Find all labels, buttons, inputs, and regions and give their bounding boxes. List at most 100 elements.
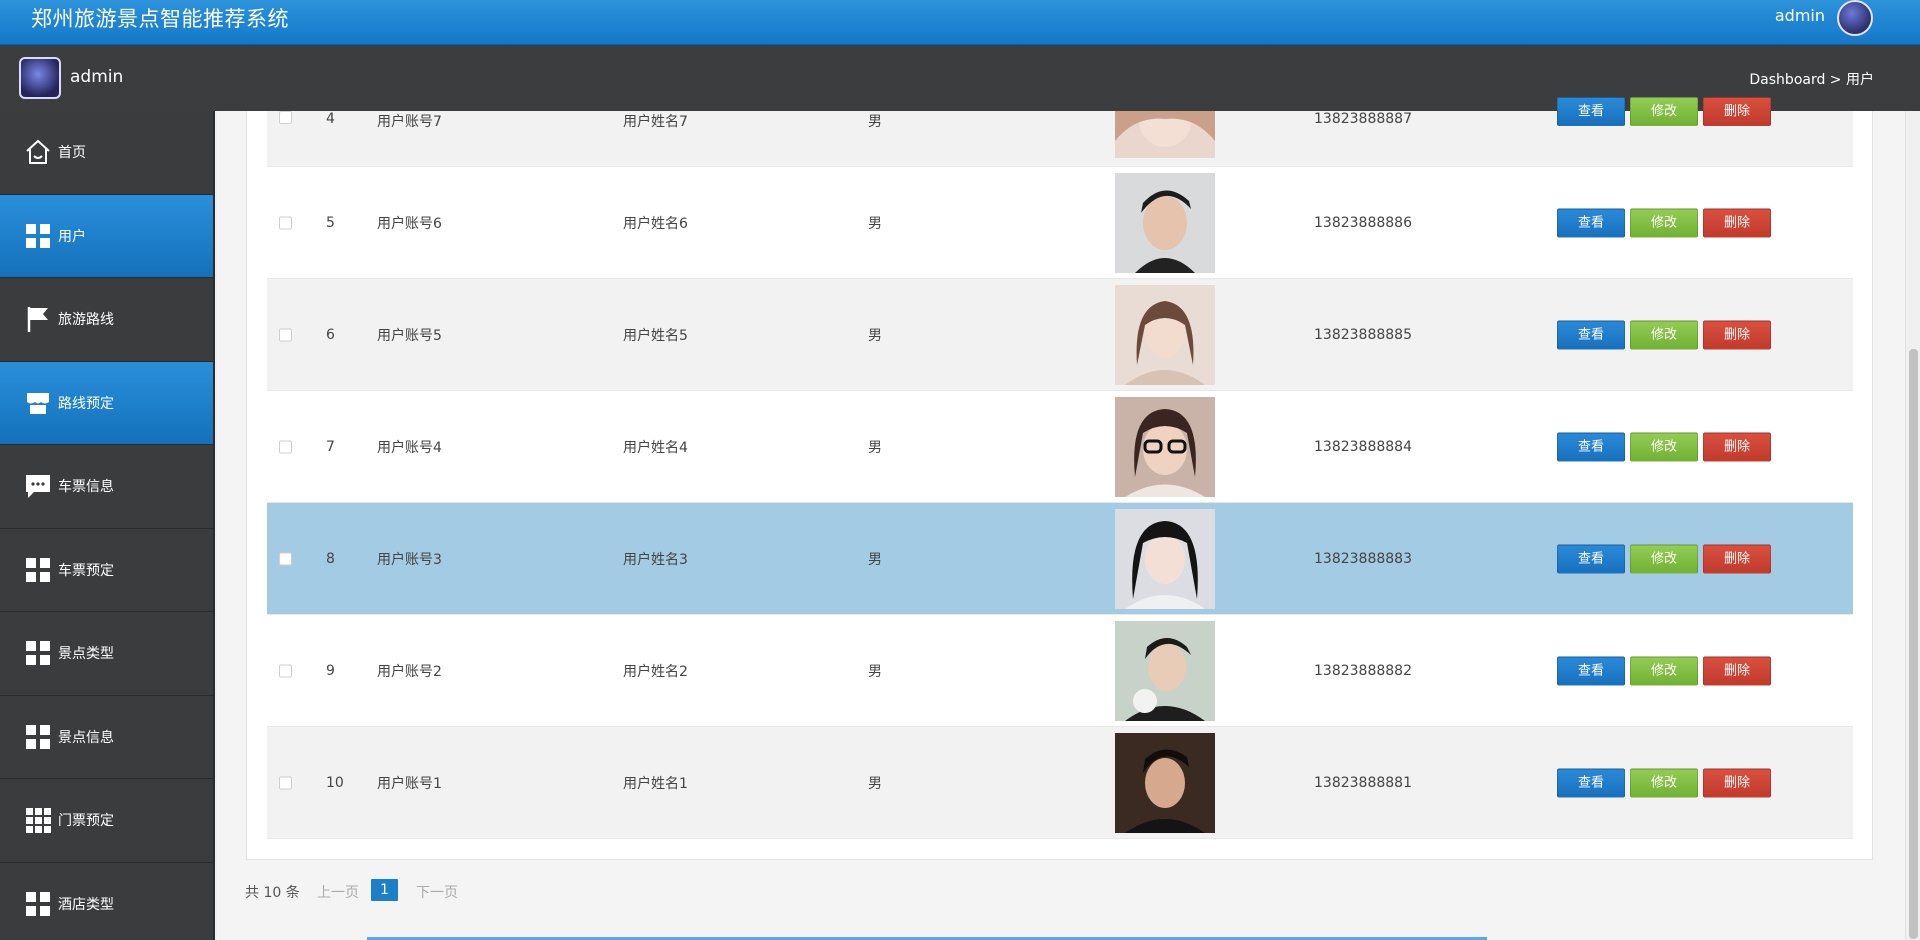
sidebar-item-scenic-type[interactable]: 景点类型 <box>0 612 213 696</box>
page-number-current[interactable]: 1 <box>371 879 398 901</box>
edit-button[interactable]: 修改 <box>1630 544 1698 573</box>
sidebar-item-label: 酒店类型 <box>58 896 114 913</box>
edit-button[interactable]: 修改 <box>1630 320 1698 349</box>
view-button[interactable]: 查看 <box>1557 768 1625 797</box>
row-checkbox[interactable] <box>279 664 292 677</box>
sidebar-item-label: 门票预定 <box>58 813 114 830</box>
sidebar-item-hotel-type[interactable]: 酒店类型 <box>0 863 213 940</box>
row-phone: 13823888882 <box>1314 662 1412 679</box>
table-row[interactable]: 4 用户账号7 用户姓名7 男 13823888887 查看 修改 删除 <box>267 97 1853 167</box>
app-title: 郑州旅游景点智能推荐系统 <box>31 7 289 31</box>
sidebar-item-scenic-info[interactable]: 景点信息 <box>0 696 213 779</box>
table-row[interactable]: 5 用户账号6 用户姓名6 男 13823888886 查看 修改 删除 <box>267 167 1853 279</box>
row-checkbox[interactable] <box>279 111 292 124</box>
row-index: 6 <box>326 326 335 343</box>
row-checkbox[interactable] <box>279 328 292 341</box>
table-row[interactable]: 7 用户账号4 用户姓名4 男 13823888884 查看 修改 删除 <box>267 391 1853 503</box>
row-index: 7 <box>326 438 335 455</box>
row-sex: 男 <box>868 114 882 130</box>
row-sex: 男 <box>868 215 882 232</box>
header-avatar[interactable] <box>1837 0 1873 36</box>
grid-icon <box>26 557 50 582</box>
view-button[interactable]: 查看 <box>1557 656 1625 685</box>
row-account: 用户账号2 <box>377 663 442 680</box>
delete-button[interactable]: 删除 <box>1703 320 1771 349</box>
row-index: 5 <box>326 214 335 231</box>
delete-button[interactable]: 删除 <box>1703 768 1771 797</box>
sub-username: admin <box>70 67 124 87</box>
delete-button[interactable]: 删除 <box>1703 544 1771 573</box>
edit-button[interactable]: 修改 <box>1630 97 1698 126</box>
next-page-link[interactable]: 下一页 <box>416 882 458 902</box>
row-checkbox[interactable] <box>279 552 292 565</box>
user-photo <box>1115 732 1215 833</box>
view-button[interactable]: 查看 <box>1557 432 1625 461</box>
user-photo <box>1115 111 1215 158</box>
row-sex: 男 <box>868 775 882 792</box>
table-row[interactable]: 6 用户账号5 用户姓名5 男 13823888885 查看 修改 删除 <box>267 279 1853 391</box>
header-username[interactable]: admin <box>1775 6 1825 25</box>
edit-button[interactable]: 修改 <box>1630 208 1698 237</box>
row-sex: 男 <box>868 551 882 568</box>
scrollbar-thumb[interactable] <box>1909 349 1918 939</box>
sidebar-item-route-booking[interactable]: 路线预定 <box>0 361 213 445</box>
row-index: 4 <box>326 111 335 127</box>
user-photo <box>1115 284 1215 385</box>
home-icon <box>26 139 50 165</box>
user-photo <box>1115 396 1215 497</box>
row-name: 用户姓名4 <box>623 439 688 456</box>
top-header: 郑州旅游景点智能推荐系统 admin <box>0 0 1920 45</box>
view-button[interactable]: 查看 <box>1557 544 1625 573</box>
view-button[interactable]: 查看 <box>1557 320 1625 349</box>
row-account: 用户账号7 <box>377 114 442 130</box>
row-account: 用户账号3 <box>377 551 442 568</box>
delete-button[interactable]: 删除 <box>1703 97 1771 126</box>
row-sex: 男 <box>868 327 882 344</box>
row-phone: 13823888883 <box>1314 550 1412 567</box>
user-photo <box>1115 620 1215 721</box>
sidebar-item-route[interactable]: 旅游路线 <box>0 278 213 362</box>
edit-button[interactable]: 修改 <box>1630 656 1698 685</box>
sidebar-item-admission-booking[interactable]: 门票预定 <box>0 779 213 863</box>
sidebar-item-label: 首页 <box>58 145 86 162</box>
row-phone: 13823888887 <box>1314 111 1412 127</box>
grid-icon <box>26 223 50 248</box>
delete-button[interactable]: 删除 <box>1703 656 1771 685</box>
sidebar-item-label: 车票预定 <box>58 562 114 579</box>
row-account: 用户账号6 <box>377 215 442 232</box>
view-button[interactable]: 查看 <box>1557 97 1625 126</box>
sidebar-item-ticket-info[interactable]: 车票信息 <box>0 445 213 529</box>
table-row[interactable]: 10 用户账号1 用户姓名1 男 13823888881 查看 修改 删除 <box>267 727 1853 839</box>
breadcrumb: Dashboard > 用户 <box>1749 72 1874 88</box>
grid-icon <box>26 724 50 749</box>
row-checkbox[interactable] <box>279 776 292 789</box>
user-table-panel: 4 用户账号7 用户姓名7 男 13823888887 查看 修改 删除 5 用… <box>246 97 1873 860</box>
sidebar-item-user[interactable]: 用户 <box>0 194 213 278</box>
table-row[interactable]: 8 用户账号3 用户姓名3 男 13823888883 查看 修改 删除 <box>267 503 1853 615</box>
sidebar-item-home[interactable]: 首页 <box>0 111 213 195</box>
row-name: 用户姓名1 <box>623 775 688 792</box>
sidebar-item-ticket-booking[interactable]: 车票预定 <box>0 529 213 612</box>
row-name: 用户姓名6 <box>623 215 688 232</box>
grid-icon <box>26 641 50 666</box>
prev-page-link[interactable]: 上一页 <box>317 882 359 902</box>
row-checkbox[interactable] <box>279 216 292 229</box>
row-index: 9 <box>326 662 335 679</box>
row-name: 用户姓名7 <box>623 114 688 130</box>
sidebar-item-label: 景点信息 <box>58 729 114 746</box>
table-row[interactable]: 9 用户账号2 用户姓名2 男 13823888882 查看 修改 删除 <box>267 615 1853 727</box>
chat-icon <box>26 475 50 499</box>
view-button[interactable]: 查看 <box>1557 208 1625 237</box>
edit-button[interactable]: 修改 <box>1630 432 1698 461</box>
edit-button[interactable]: 修改 <box>1630 768 1698 797</box>
delete-button[interactable]: 删除 <box>1703 208 1771 237</box>
delete-button[interactable]: 删除 <box>1703 432 1771 461</box>
row-phone: 13823888881 <box>1314 774 1412 791</box>
user-logo <box>19 57 61 99</box>
row-checkbox[interactable] <box>279 440 292 453</box>
row-phone: 13823888886 <box>1314 214 1412 231</box>
grid9-icon <box>26 808 51 834</box>
store-icon <box>27 392 49 414</box>
page-scrollbar[interactable] <box>1905 111 1920 940</box>
user-photo <box>1115 172 1215 273</box>
